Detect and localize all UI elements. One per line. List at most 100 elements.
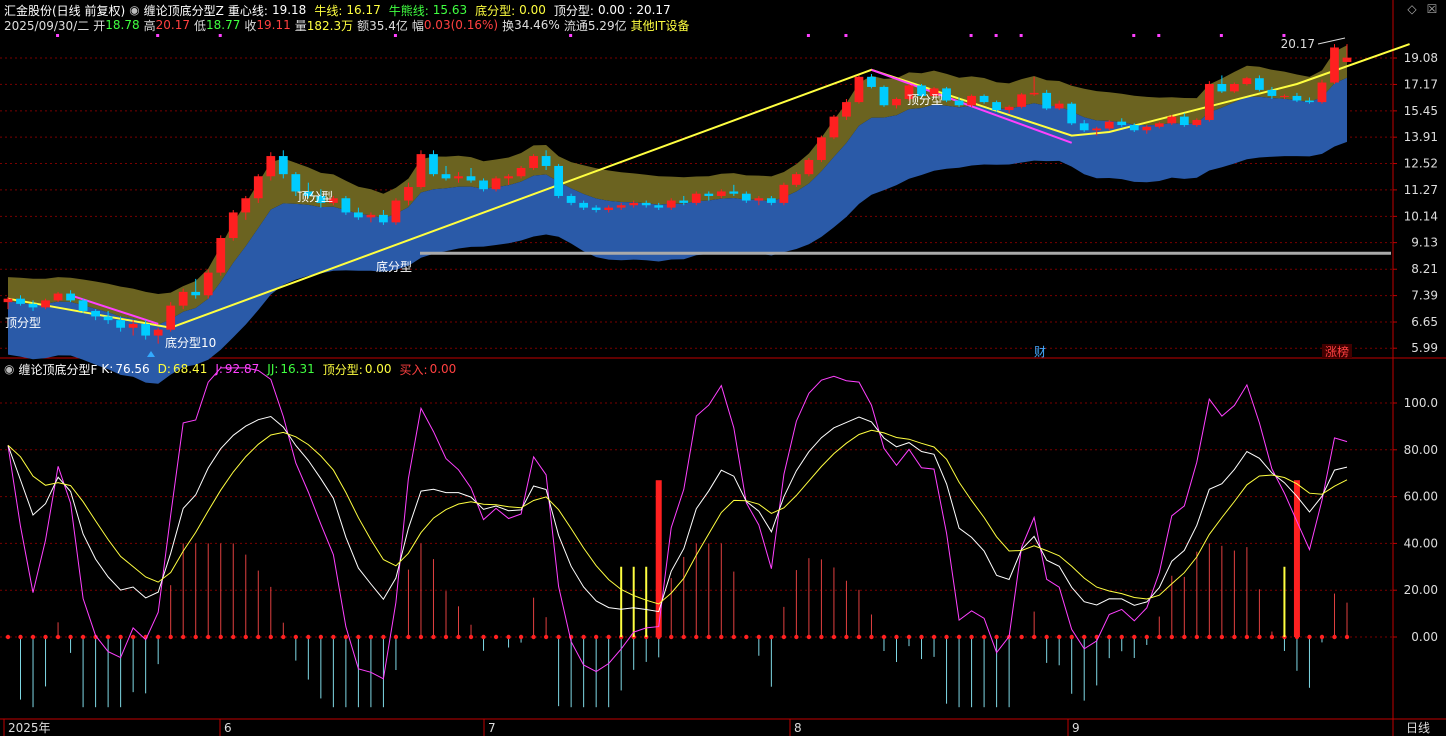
candle-body[interactable]: [1204, 83, 1214, 120]
candle-body[interactable]: [1167, 116, 1177, 124]
candle-body[interactable]: [1092, 128, 1102, 131]
candle-body[interactable]: [41, 300, 50, 308]
indicator-toggle-icon[interactable]: ◉: [129, 3, 139, 17]
candle-body[interactable]: [1292, 95, 1302, 101]
candle-body[interactable]: [278, 156, 288, 175]
candle-body[interactable]: [1042, 92, 1052, 109]
candle-body[interactable]: [354, 212, 363, 218]
candle-body[interactable]: [1079, 123, 1089, 131]
candle-body[interactable]: [441, 174, 451, 179]
candle-body[interactable]: [979, 95, 989, 103]
buy-signal-bar[interactable]: [1293, 480, 1300, 637]
candle-body[interactable]: [641, 202, 651, 206]
candle-body[interactable]: [504, 176, 513, 179]
candle-body[interactable]: [716, 191, 726, 196]
close-box-icon[interactable]: ☒: [1426, 3, 1438, 15]
candle-body[interactable]: [91, 310, 100, 317]
candle-body[interactable]: [153, 329, 163, 336]
candle-body[interactable]: [529, 156, 538, 168]
candle-body[interactable]: [28, 303, 38, 308]
candle-body[interactable]: [616, 205, 626, 208]
candle-body[interactable]: [666, 200, 676, 208]
candle-body[interactable]: [1267, 89, 1277, 96]
candle-body[interactable]: [1305, 100, 1314, 103]
candle-body[interactable]: [1054, 103, 1064, 109]
candle-body[interactable]: [591, 207, 601, 211]
candle-body[interactable]: [203, 272, 213, 296]
candle-body[interactable]: [1179, 116, 1189, 126]
candle-body[interactable]: [604, 207, 614, 211]
candle-body[interactable]: [291, 174, 301, 192]
candle-body[interactable]: [479, 180, 488, 190]
candle-body[interactable]: [867, 76, 876, 87]
candle-body[interactable]: [1255, 78, 1264, 90]
candle-body[interactable]: [1067, 103, 1077, 124]
candle-body[interactable]: [829, 116, 839, 138]
candle-body[interactable]: [954, 100, 964, 106]
candle-body[interactable]: [429, 154, 438, 175]
candle-body[interactable]: [1192, 119, 1202, 126]
candle-body[interactable]: [516, 167, 526, 177]
sub-indicator-name[interactable]: 缠论顶底分型F: [18, 361, 97, 378]
candle-body[interactable]: [792, 174, 801, 185]
candle-body[interactable]: [1330, 47, 1339, 83]
candle-body[interactable]: [1004, 106, 1014, 111]
candle-body[interactable]: [854, 76, 864, 103]
candle-body[interactable]: [1342, 57, 1352, 62]
candle-body[interactable]: [804, 159, 814, 175]
candle-body[interactable]: [1242, 78, 1252, 84]
candle-body[interactable]: [754, 198, 764, 201]
candle-body[interactable]: [879, 86, 889, 106]
candle-body[interactable]: [391, 200, 401, 223]
candle-body[interactable]: [454, 176, 463, 179]
candle-body[interactable]: [629, 202, 639, 206]
candle-body[interactable]: [1104, 121, 1114, 129]
indicator-name[interactable]: 缠论顶底分型Z: [144, 2, 224, 19]
candle-body[interactable]: [892, 99, 901, 106]
candle-body[interactable]: [1142, 126, 1152, 131]
candle-body[interactable]: [379, 214, 388, 223]
candle-body[interactable]: [228, 212, 238, 239]
candle-body[interactable]: [679, 200, 689, 203]
candle-body[interactable]: [116, 320, 126, 328]
candle-body[interactable]: [178, 291, 188, 306]
candle-body[interactable]: [416, 154, 426, 188]
candle-body[interactable]: [166, 305, 176, 330]
candle-body[interactable]: [216, 238, 226, 273]
candle-body[interactable]: [1317, 82, 1327, 103]
candle-body[interactable]: [491, 178, 501, 190]
candle-body[interactable]: [366, 214, 376, 218]
candle-body[interactable]: [566, 195, 576, 203]
candle-body[interactable]: [1217, 83, 1227, 92]
candle-body[interactable]: [1229, 83, 1239, 92]
candle-body[interactable]: [729, 191, 739, 194]
candle-body[interactable]: [766, 198, 776, 203]
candle-body[interactable]: [341, 198, 351, 213]
candle-body[interactable]: [1154, 123, 1164, 127]
candle-body[interactable]: [128, 323, 138, 328]
candle-body[interactable]: [704, 193, 714, 196]
candle-body[interactable]: [992, 102, 1001, 111]
candle-body[interactable]: [1029, 92, 1039, 95]
candle-body[interactable]: [241, 198, 251, 213]
sector-link[interactable]: 其他IT设备: [631, 17, 690, 34]
candle-body[interactable]: [191, 291, 201, 296]
candle-body[interactable]: [554, 165, 563, 196]
candle-body[interactable]: [253, 176, 263, 199]
candle-body[interactable]: [779, 184, 789, 203]
candle-body[interactable]: [3, 298, 13, 303]
candle-body[interactable]: [1129, 125, 1139, 131]
candle-body[interactable]: [404, 187, 413, 201]
candle-body[interactable]: [1017, 94, 1027, 107]
candle-body[interactable]: [141, 323, 151, 336]
diamond-icon[interactable]: ◇: [1406, 3, 1418, 15]
candle-body[interactable]: [654, 205, 664, 208]
candle-body[interactable]: [53, 293, 63, 301]
candle-body[interactable]: [541, 156, 551, 166]
candle-body[interactable]: [817, 137, 826, 160]
candle-body[interactable]: [78, 300, 88, 311]
candle-body[interactable]: [1280, 95, 1289, 97]
candle-body[interactable]: [842, 102, 851, 117]
candle-body[interactable]: [741, 193, 751, 201]
candle-body[interactable]: [967, 95, 976, 106]
